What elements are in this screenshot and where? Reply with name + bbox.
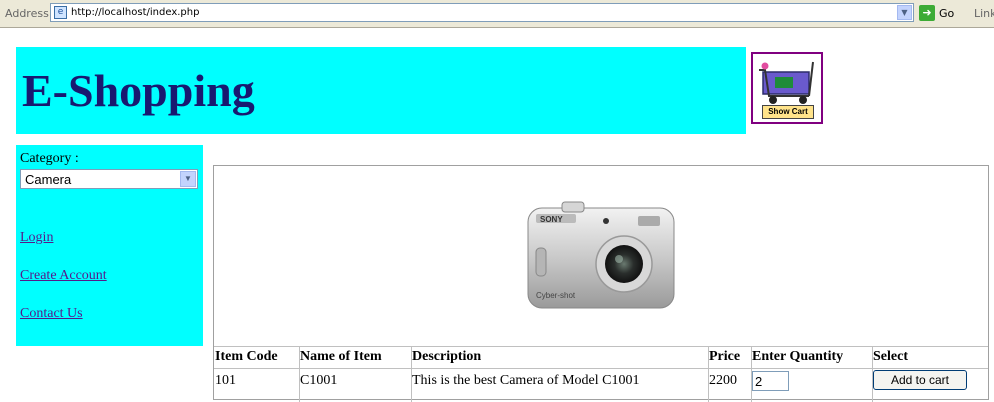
quantity-input[interactable] [752,371,789,391]
shopping-cart-icon [759,61,814,104]
category-value: Camera [25,172,72,187]
go-label: Go [939,6,955,20]
cart-label: Show Cart [762,105,814,119]
links-label[interactable]: Link [974,7,994,20]
col-description: Description This is the best Camera of M… [411,347,709,402]
contact-us-link[interactable]: Contact Us [20,306,83,322]
chevron-down-icon[interactable]: ▼ [897,5,912,20]
arrow-right-icon: ➜ [919,5,935,21]
product-table: SONY Cyber-shot Item Code 101 Name of It… [213,165,989,402]
camera-image: SONY Cyber-shot [527,201,675,309]
cell-description: This is the best Camera of Model C1001 [412,373,640,388]
cell-name: C1001 [300,373,338,388]
header-name: Name of Item [300,349,382,364]
address-input[interactable]: e http://localhost/index.php ▼ [50,3,914,22]
header-select: Select [873,349,908,364]
chevron-down-icon[interactable]: ▼ [180,171,196,187]
col-price: Price 2200 [708,347,752,402]
header-description: Description [412,349,482,364]
sidebar: Category : Camera ▼ Login Create Account… [16,145,203,346]
category-select[interactable]: Camera ▼ [20,169,198,189]
address-url: http://localhost/index.php [71,7,200,18]
header-quantity: Enter Quantity [752,349,844,364]
page-icon: e [54,6,67,19]
col-quantity: Enter Quantity [751,347,873,402]
header-banner: E-Shopping [16,47,746,134]
cell-price: 2200 [709,373,737,388]
camera-model: Cyber-shot [536,291,576,300]
create-account-link[interactable]: Create Account [20,268,107,284]
add-to-cart-button[interactable]: Add to cart [873,370,967,390]
address-bar: Address e http://localhost/index.php ▼ ➜… [0,0,994,28]
show-cart-button[interactable]: Show Cart [751,52,823,124]
col-item-code: Item Code 101 [214,347,300,402]
go-button[interactable]: ➜ Go [919,5,954,21]
camera-brand: SONY [540,215,563,224]
cell-item-code: 101 [215,373,236,388]
login-link[interactable]: Login [20,230,53,246]
page-title: E-Shopping [22,65,255,116]
product-image-cell: SONY Cyber-shot [214,166,988,347]
header-item-code: Item Code [215,349,278,364]
address-label: Address [5,7,49,20]
col-select: Select Add to cart [872,347,988,402]
category-label: Category : [20,151,79,166]
col-name: Name of Item C1001 [299,347,412,402]
header-price: Price [709,349,741,364]
